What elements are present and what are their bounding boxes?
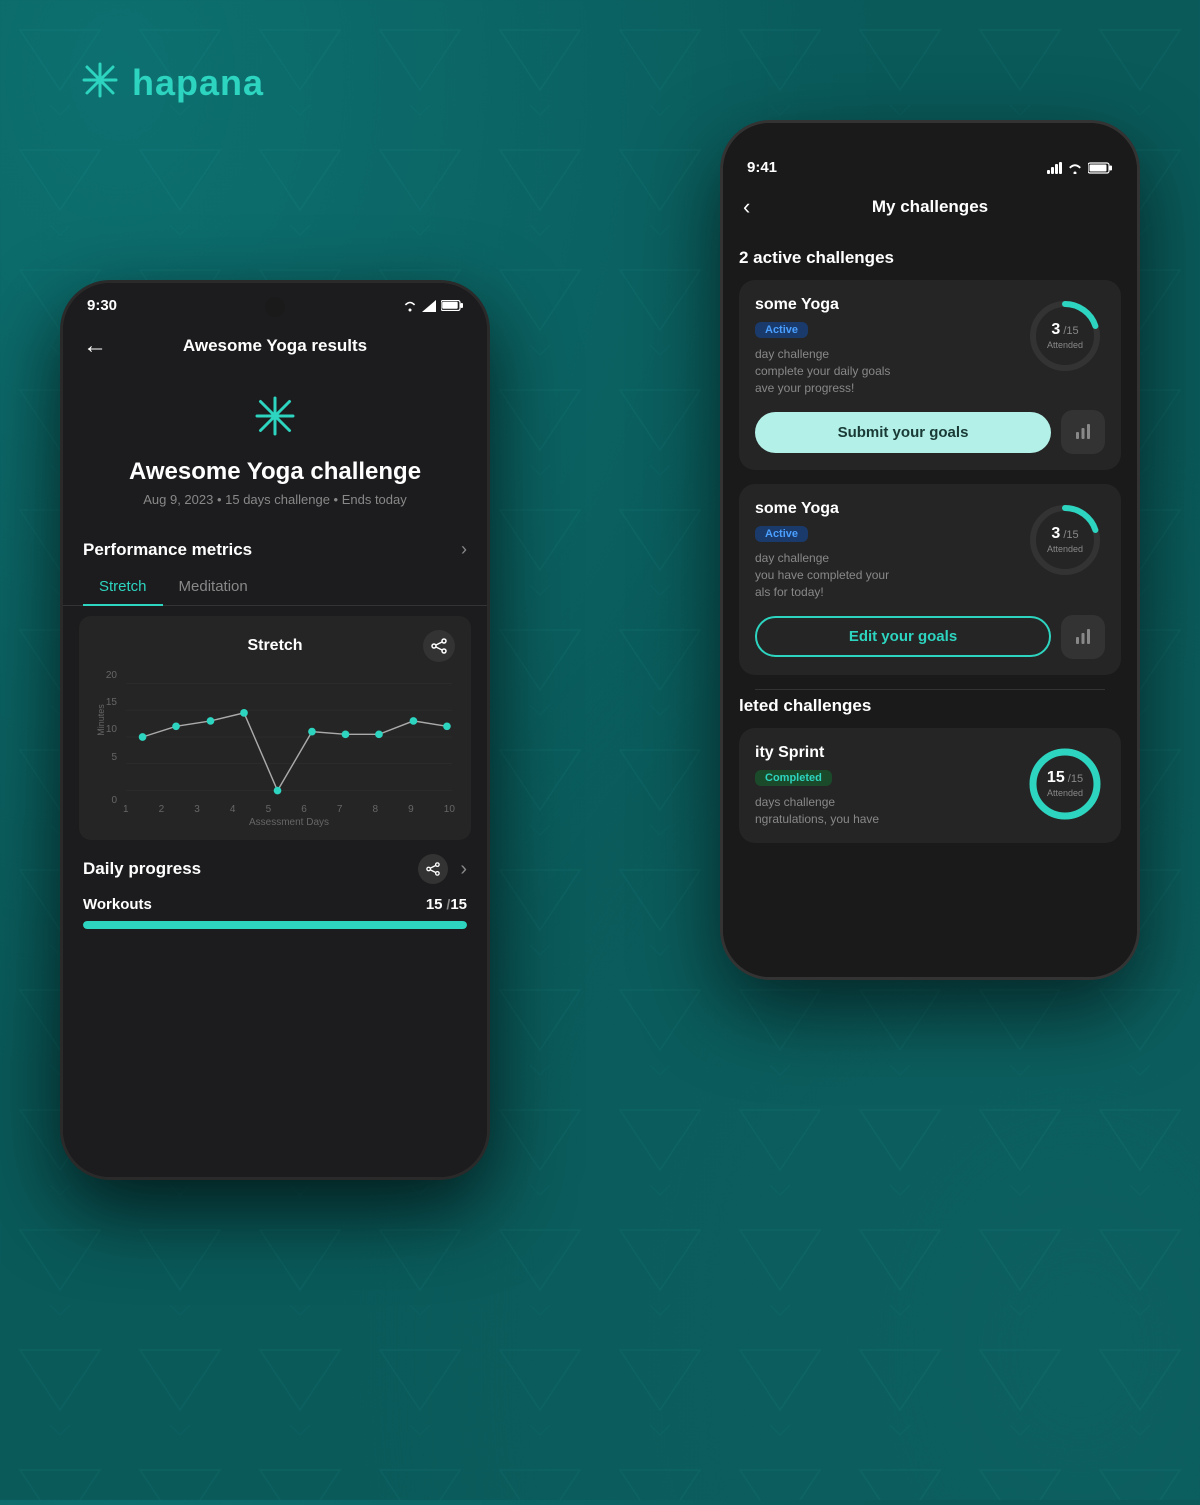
- yoga-icon-container: [63, 374, 487, 458]
- status-time-front: 9:30: [87, 297, 117, 314]
- challenge-3-badge: Completed: [755, 770, 832, 786]
- challenge-1-attended-label: Attended: [1047, 340, 1083, 350]
- submit-goals-button[interactable]: Submit your goals: [755, 412, 1051, 453]
- challenge-card-1-info: some Yoga Active day challenge complete …: [755, 296, 1011, 396]
- daily-progress-right: ›: [418, 854, 467, 884]
- challenge-2-badge: Active: [755, 526, 808, 542]
- signal-icon: [1047, 162, 1062, 174]
- challenge-3-attended-num: 15 /15: [1047, 770, 1083, 786]
- challenge-1-desc: day challenge complete your daily goals …: [755, 346, 1011, 396]
- x-axis-labels: 12345 678910: [123, 804, 455, 817]
- tab-meditation[interactable]: Meditation: [163, 570, 264, 605]
- nav-title-back: My challenges: [773, 197, 1087, 217]
- challenge-2-attended-label: Attended: [1047, 544, 1083, 554]
- brand-name: hapana: [132, 62, 264, 104]
- status-icons-back: [1047, 162, 1113, 174]
- challenge-3-attended-label: Attended: [1047, 788, 1083, 798]
- challenge-2-stats-button[interactable]: [1061, 615, 1105, 659]
- daily-progress-header: Daily progress ›: [83, 854, 467, 884]
- challenge-card-2-top: some Yoga Active day challenge you have …: [755, 500, 1105, 600]
- edit-goals-button[interactable]: Edit your goals: [755, 616, 1051, 657]
- workouts-label: Workouts: [83, 896, 152, 913]
- phone-front: 9:30 ← Awesome Yoga results: [60, 280, 490, 1180]
- share-button[interactable]: [423, 630, 455, 662]
- challenge-1-name: some Yoga: [755, 296, 1011, 314]
- workouts-progress-bar: [83, 921, 467, 929]
- logo-icon: [80, 60, 120, 105]
- challenge-2-name: some Yoga: [755, 500, 1011, 518]
- daily-progress-section: Daily progress ›: [63, 840, 487, 884]
- challenge-2-circle-text: 3 /15 Attended: [1047, 526, 1083, 554]
- battery-icon: [1088, 162, 1113, 174]
- workouts-value: 15 /15: [426, 896, 467, 913]
- challenge-card-3-top: ity Sprint Completed days challenge ngra…: [755, 744, 1105, 828]
- challenge-3-circle-text: 15 /15 Attended: [1047, 770, 1083, 798]
- challenge-1-badge: Active: [755, 322, 808, 338]
- challenge-1-stats-button[interactable]: [1061, 410, 1105, 454]
- active-challenges-title: 2 active challenges: [739, 234, 1121, 280]
- challenge-card-1-top: some Yoga Active day challenge complete …: [755, 296, 1105, 396]
- daily-progress-arrow: ›: [460, 858, 467, 881]
- tab-stretch[interactable]: Stretch: [83, 570, 163, 605]
- challenge-1-circle-text: 3 /15 Attended: [1047, 322, 1083, 350]
- challenge-title: Awesome Yoga challenge: [63, 458, 487, 492]
- status-time-back: 9:41: [747, 159, 777, 176]
- challenge-3-name: ity Sprint: [755, 744, 1011, 762]
- challenge-2-actions: Edit your goals: [755, 615, 1105, 659]
- brand-logo: hapana: [80, 60, 264, 105]
- performance-header: Performance metrics ›: [63, 527, 487, 570]
- ios-notch: [870, 123, 990, 151]
- daily-share-button[interactable]: [418, 854, 448, 884]
- screen-back: 2 active challenges some Yoga Active day…: [723, 234, 1137, 980]
- screen-front: Awesome Yoga challenge Aug 9, 2023 • 15 …: [63, 374, 487, 1180]
- yoga-icon: [253, 394, 297, 448]
- wifi-icon: [1067, 162, 1083, 174]
- chart-title: Stretch: [127, 637, 423, 655]
- daily-progress-title: Daily progress: [83, 859, 201, 879]
- challenge-2-attended-num: 3 /15: [1047, 526, 1083, 542]
- challenges-list: 2 active challenges some Yoga Active day…: [723, 234, 1137, 953]
- challenge-2-progress: 3 /15 Attended: [1025, 500, 1105, 580]
- back-button-back[interactable]: ‹: [743, 194, 773, 220]
- chart-container: Stretch 20 15 10 5: [79, 616, 471, 840]
- phone-back: 9:41 ‹ My challe: [720, 120, 1140, 980]
- completed-section-title: leted challenges: [739, 690, 1121, 728]
- nav-title-front: Awesome Yoga results: [113, 336, 437, 356]
- back-button-front[interactable]: ←: [83, 332, 113, 360]
- tabs-container: Stretch Meditation: [63, 570, 487, 606]
- challenge-1-progress: 3 /15 Attended: [1025, 296, 1105, 376]
- challenge-1-attended-num: 3 /15: [1047, 322, 1083, 338]
- status-icons-front: [403, 300, 463, 312]
- x-axis-title: Assessment Days: [123, 817, 455, 830]
- challenge-card-2: some Yoga Active day challenge you have …: [739, 484, 1121, 674]
- challenge-subtitle: Aug 9, 2023 • 15 days challenge • Ends t…: [63, 492, 487, 527]
- challenge-3-progress: 15 /15 Attended: [1025, 744, 1105, 824]
- performance-arrow: ›: [461, 539, 467, 560]
- performance-title: Performance metrics: [83, 540, 252, 560]
- chart-header: Stretch: [95, 630, 455, 662]
- battery-front-icon: [441, 300, 463, 311]
- challenge-3-desc: days challenge ngratulations, you have: [755, 794, 1011, 828]
- chart-svg: [123, 670, 455, 804]
- challenge-card-2-info: some Yoga Active day challenge you have …: [755, 500, 1011, 600]
- android-notch: [265, 297, 285, 317]
- wifi-front-icon: [403, 300, 417, 312]
- challenge-card-3: ity Sprint Completed days challenge ngra…: [739, 728, 1121, 844]
- signal-front-icon: [422, 300, 436, 312]
- nav-bar-front: ← Awesome Yoga results: [63, 322, 487, 374]
- workouts-progress-fill: [83, 921, 467, 929]
- y-axis-title: Minutes: [96, 704, 106, 736]
- challenge-2-desc: day challenge you have completed your al…: [755, 550, 1011, 600]
- workouts-row: Workouts 15 /15: [63, 896, 487, 921]
- challenge-card-3-info: ity Sprint Completed days challenge ngra…: [755, 744, 1011, 828]
- challenge-1-actions: Submit your goals: [755, 410, 1105, 454]
- nav-bar-back: ‹ My challenges: [723, 184, 1137, 234]
- chart-area: 20 15 10 5 0: [95, 670, 455, 830]
- chart-plot-area: 12345 678910 Assessment Days: [123, 670, 455, 830]
- challenge-card-1: some Yoga Active day challenge complete …: [739, 280, 1121, 470]
